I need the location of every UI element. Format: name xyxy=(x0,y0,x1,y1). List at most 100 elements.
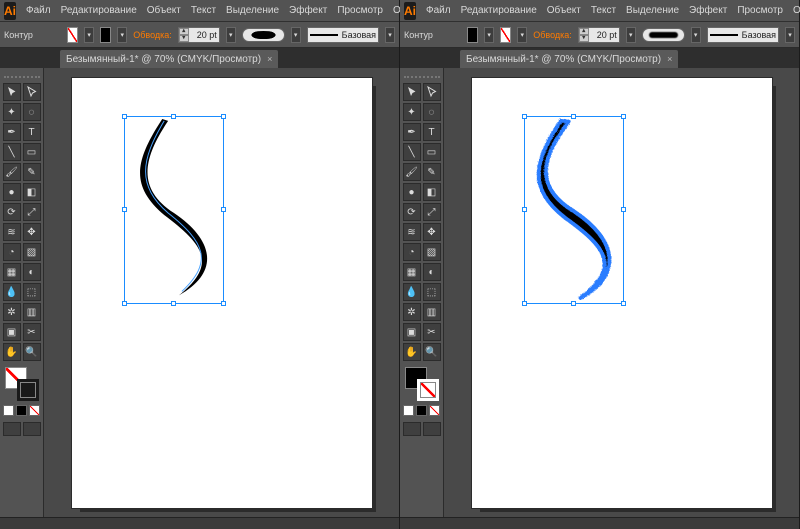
menu-file[interactable]: Файл xyxy=(26,5,51,16)
screen-mode-full[interactable] xyxy=(23,422,41,436)
stroke-label[interactable]: Обводка: xyxy=(133,30,172,40)
menu-object[interactable]: Объект xyxy=(547,5,581,16)
shape-builder-tool[interactable]: ◔ xyxy=(403,243,421,261)
menu-select[interactable]: Выделение xyxy=(226,5,279,16)
perspective-tool[interactable]: ▧ xyxy=(23,243,41,261)
document-tab[interactable]: Безымянный-1* @ 70% (CMYK/Просмотр) × xyxy=(60,50,278,68)
close-icon[interactable]: × xyxy=(667,54,672,64)
rotate-tool[interactable]: ⟳ xyxy=(403,203,421,221)
menu-file[interactable]: Файл xyxy=(426,5,451,16)
stepper-up[interactable]: ▴ xyxy=(579,28,589,35)
free-transform-tool[interactable]: ✥ xyxy=(23,223,41,241)
color-mode-gradient[interactable] xyxy=(416,405,427,416)
rotate-tool[interactable]: ⟳ xyxy=(3,203,21,221)
type-tool[interactable]: T xyxy=(423,123,441,141)
artboard-tool[interactable]: ▣ xyxy=(3,323,21,341)
screen-mode-full[interactable] xyxy=(423,422,441,436)
handle-bm[interactable] xyxy=(571,301,576,306)
handle-bm[interactable] xyxy=(171,301,176,306)
brush-preview[interactable] xyxy=(242,28,285,42)
stroke-weight-input[interactable] xyxy=(589,30,619,40)
menu-edit[interactable]: Редактирование xyxy=(461,5,537,16)
symbol-spray-tool[interactable]: ✲ xyxy=(3,303,21,321)
menu-window[interactable]: Окно xyxy=(793,5,800,16)
type-tool[interactable]: T xyxy=(23,123,41,141)
eyedropper-tool[interactable]: 💧 xyxy=(403,283,421,301)
stroke-indicator[interactable] xyxy=(417,379,439,401)
menu-effect[interactable]: Эффект xyxy=(289,5,327,16)
stroke-label[interactable]: Обводка: xyxy=(533,30,572,40)
rectangle-tool[interactable]: ▭ xyxy=(423,143,441,161)
stroke-weight-field[interactable]: ▴▾ xyxy=(578,27,620,43)
shape-builder-tool[interactable]: ◔ xyxy=(3,243,21,261)
blend-tool[interactable]: ⬚ xyxy=(423,283,441,301)
selection-bounding-box[interactable] xyxy=(524,116,624,304)
style-dropdown[interactable] xyxy=(385,27,395,43)
color-mode-solid[interactable] xyxy=(3,405,14,416)
gradient-tool[interactable]: ◐ xyxy=(23,263,41,281)
menu-effect[interactable]: Эффект xyxy=(689,5,727,16)
pen-tool[interactable]: ✒ xyxy=(403,123,421,141)
color-mode-solid[interactable] xyxy=(403,405,414,416)
close-icon[interactable]: × xyxy=(267,54,272,64)
brush-tool[interactable]: 🖌 xyxy=(403,163,421,181)
menu-text[interactable]: Текст xyxy=(591,5,616,16)
brush-preview[interactable] xyxy=(642,28,685,42)
scale-tool[interactable]: ⤢ xyxy=(23,203,41,221)
style-select[interactable]: Базовая xyxy=(307,27,379,43)
canvas-area-left[interactable] xyxy=(44,68,399,517)
selection-tool[interactable] xyxy=(3,83,21,101)
mesh-tool[interactable]: ▦ xyxy=(3,263,21,281)
fill-dropdown[interactable] xyxy=(484,27,494,43)
stroke-swatch[interactable] xyxy=(500,27,511,43)
blob-brush-tool[interactable]: ● xyxy=(3,183,21,201)
stroke-weight-dropdown[interactable] xyxy=(226,27,236,43)
fill-dropdown[interactable] xyxy=(84,27,94,43)
menu-edit[interactable]: Редактирование xyxy=(61,5,137,16)
brush-dropdown[interactable] xyxy=(291,27,301,43)
screen-mode-normal[interactable] xyxy=(403,422,421,436)
mesh-tool[interactable]: ▦ xyxy=(403,263,421,281)
eyedropper-tool[interactable]: 💧 xyxy=(3,283,21,301)
fill-swatch[interactable] xyxy=(467,27,478,43)
stroke-weight-dropdown[interactable] xyxy=(626,27,636,43)
pencil-tool[interactable]: ✎ xyxy=(23,163,41,181)
eraser-tool[interactable]: ◧ xyxy=(23,183,41,201)
fill-swatch[interactable] xyxy=(67,27,78,43)
selection-bounding-box[interactable] xyxy=(124,116,224,304)
menu-view[interactable]: Просмотр xyxy=(737,5,783,16)
path-shape[interactable] xyxy=(525,117,623,301)
stepper-down[interactable]: ▾ xyxy=(579,35,589,42)
selection-tool[interactable] xyxy=(403,83,421,101)
stroke-swatch[interactable] xyxy=(100,27,111,43)
line-tool[interactable]: ╲ xyxy=(403,143,421,161)
menu-text[interactable]: Текст xyxy=(191,5,216,16)
stepper-up[interactable]: ▴ xyxy=(179,28,189,35)
stepper-down[interactable]: ▾ xyxy=(179,35,189,42)
color-mode-none[interactable] xyxy=(29,405,40,416)
zoom-tool[interactable]: 🔍 xyxy=(23,343,41,361)
pen-tool[interactable]: ✒ xyxy=(3,123,21,141)
gradient-tool[interactable]: ◐ xyxy=(423,263,441,281)
rectangle-tool[interactable]: ▭ xyxy=(23,143,41,161)
direct-selection-tool[interactable] xyxy=(423,83,441,101)
blob-brush-tool[interactable]: ● xyxy=(403,183,421,201)
path-shape[interactable] xyxy=(125,117,223,301)
eraser-tool[interactable]: ◧ xyxy=(423,183,441,201)
style-dropdown[interactable] xyxy=(785,27,795,43)
canvas-area-right[interactable] xyxy=(444,68,799,517)
menu-select[interactable]: Выделение xyxy=(626,5,679,16)
stroke-dropdown[interactable] xyxy=(517,27,527,43)
stroke-weight-field[interactable]: ▴▾ xyxy=(178,27,220,43)
magic-wand-tool[interactable]: ✦ xyxy=(3,103,21,121)
document-tab[interactable]: Безымянный-1* @ 70% (CMYK/Просмотр) × xyxy=(460,50,678,68)
menu-object[interactable]: Объект xyxy=(147,5,181,16)
direct-selection-tool[interactable] xyxy=(23,83,41,101)
lasso-tool[interactable]: ◌ xyxy=(23,103,41,121)
symbol-spray-tool[interactable]: ✲ xyxy=(403,303,421,321)
width-tool[interactable]: ≋ xyxy=(403,223,421,241)
perspective-tool[interactable]: ▧ xyxy=(423,243,441,261)
handle-bl[interactable] xyxy=(522,301,527,306)
lasso-tool[interactable]: ◌ xyxy=(423,103,441,121)
menu-view[interactable]: Просмотр xyxy=(337,5,383,16)
